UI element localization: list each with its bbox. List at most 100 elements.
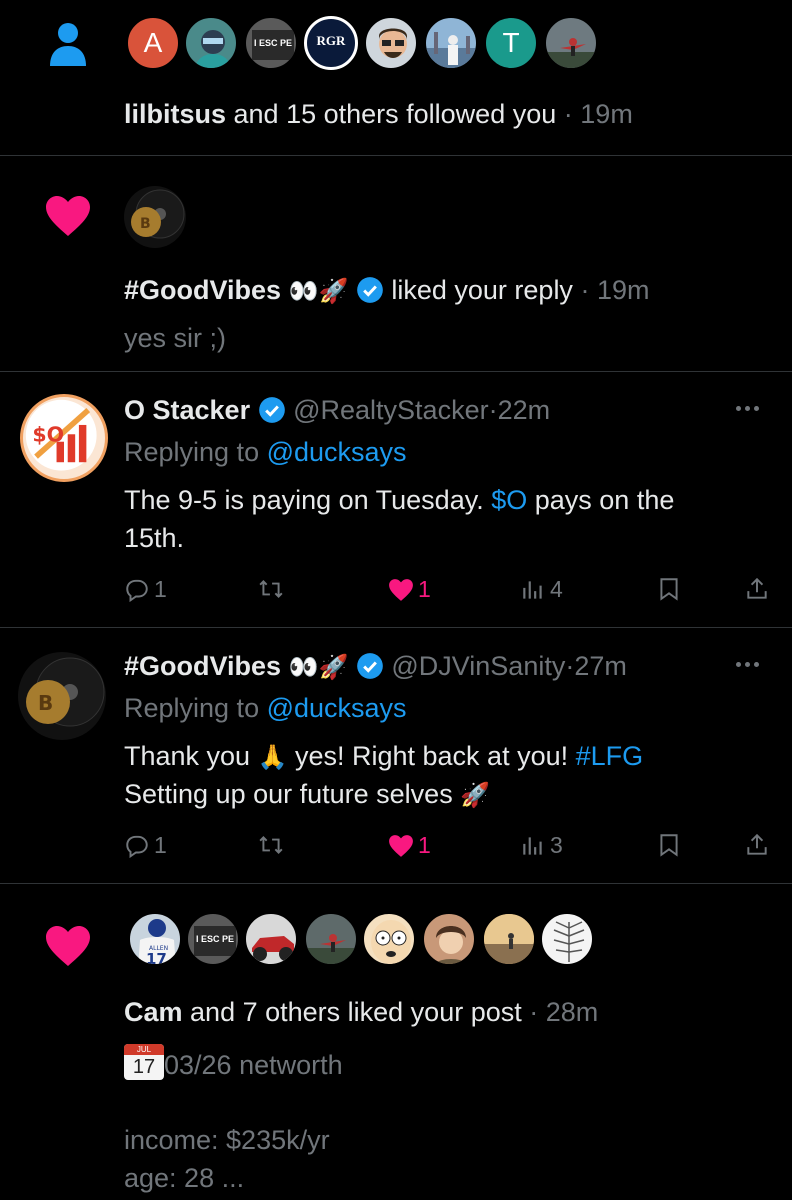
avatar[interactable] xyxy=(184,16,238,70)
bookmark-icon xyxy=(660,578,678,601)
bookmark-button[interactable] xyxy=(656,832,682,858)
avatar[interactable] xyxy=(364,16,418,70)
repost-icon xyxy=(259,580,283,598)
separator: · xyxy=(580,275,590,305)
post-text-part: yes! Right back at you! xyxy=(287,741,576,771)
author-name[interactable]: O Stacker xyxy=(124,395,250,425)
share-button[interactable] xyxy=(744,576,770,602)
more-options-icon[interactable] xyxy=(736,406,759,411)
liker-name[interactable]: Cam xyxy=(124,997,183,1027)
reply-post[interactable]: B #GoodVibes 👀🚀 @DJVinSanity·27m Replyin… xyxy=(0,628,792,883)
post-text-part: pays on the xyxy=(527,485,675,515)
reply-icon xyxy=(126,835,148,858)
avatar[interactable] xyxy=(244,912,298,966)
views-icon xyxy=(523,580,542,599)
ellipsis: ... xyxy=(221,1163,245,1193)
hashtag-link[interactable]: #LFG xyxy=(576,741,644,771)
replying-handle-link[interactable]: @ducksays xyxy=(267,437,407,467)
reply-button[interactable]: 1 xyxy=(124,576,167,603)
like-button[interactable]: 1 xyxy=(388,832,431,859)
repost-button[interactable] xyxy=(258,576,284,602)
replying-label: Replying to xyxy=(124,693,267,723)
view-count: 3 xyxy=(550,832,563,858)
timestamp: 19m xyxy=(580,99,633,129)
calendar-month: JUL xyxy=(124,1044,164,1055)
replying-label: Replying to xyxy=(124,437,267,467)
avatar[interactable] xyxy=(362,912,416,966)
repost-button[interactable] xyxy=(258,832,284,858)
replying-to: Replying to @ducksays xyxy=(124,434,407,470)
replying-handle-link[interactable]: @ducksays xyxy=(267,693,407,723)
heart-icon xyxy=(389,834,413,857)
view-count: 4 xyxy=(550,576,563,602)
views-button[interactable]: 4 xyxy=(520,576,563,603)
avatar-label: $O xyxy=(32,423,64,447)
like-post-notification[interactable]: ALLEN 17 I ESC PE Cam and 7 others liked … xyxy=(0,884,792,1200)
verified-badge-icon xyxy=(357,277,383,303)
avatar[interactable]: I ESC PE xyxy=(244,16,298,70)
reply-post[interactable]: $O O Stacker @RealtyStacker·22m Replying… xyxy=(0,372,792,627)
author-name[interactable]: #GoodVibes xyxy=(124,651,281,681)
post-text-part: Setting up our future selves xyxy=(124,779,461,809)
user-emoji: 👀🚀 xyxy=(288,277,349,305)
avatar[interactable] xyxy=(544,16,598,70)
avatar[interactable]: T xyxy=(484,16,538,70)
bookmark-icon xyxy=(660,834,678,857)
separator: · xyxy=(488,395,498,425)
avatar[interactable] xyxy=(422,912,476,966)
heart-icon xyxy=(46,196,90,236)
author-handle[interactable]: @RealtyStacker xyxy=(293,395,488,425)
escape-logo-text: I ESC PE xyxy=(252,30,294,60)
author-handle[interactable]: @DJVinSanity xyxy=(391,651,565,681)
avatar[interactable]: B xyxy=(124,186,186,248)
reply-count: 1 xyxy=(154,576,167,602)
post-text: The 9-5 is paying on Tuesday. $O pays on… xyxy=(124,482,674,518)
avatar[interactable] xyxy=(304,912,358,966)
avatar[interactable] xyxy=(482,912,536,966)
like-count: 1 xyxy=(418,576,431,602)
like-reply-notification[interactable]: B #GoodVibes 👀🚀 liked your reply · 19m y… xyxy=(0,156,792,371)
user-name[interactable]: #GoodVibes xyxy=(124,275,281,305)
heart-icon xyxy=(389,578,413,601)
post-text-part: Thank you xyxy=(124,741,258,771)
timestamp: 27m xyxy=(574,651,627,681)
avatar-letter: T xyxy=(502,27,520,58)
avatar[interactable]: I ESC PE xyxy=(186,912,240,966)
timestamp: 19m xyxy=(596,275,650,305)
calendar-day: 17 xyxy=(132,1056,156,1078)
views-button[interactable]: 3 xyxy=(520,832,563,859)
like-post-text: Cam and 7 others liked your post · 28m xyxy=(124,994,598,1030)
avatar[interactable] xyxy=(540,912,594,966)
reply-button[interactable]: 1 xyxy=(124,832,167,859)
escape-logo-text: I ESC PE xyxy=(194,926,236,956)
share-button[interactable] xyxy=(744,832,770,858)
post-text-part: The 9-5 is paying on Tuesday. xyxy=(124,485,492,515)
more-options-icon[interactable] xyxy=(736,662,759,667)
rocket-emoji: 🚀 xyxy=(460,781,491,809)
post-line: income: $235k/yr xyxy=(124,1125,330,1155)
follow-notification[interactable]: A I ESC PE RGR T lilbitsus and 15 others… xyxy=(0,0,792,155)
quoted-reply-text: yes sir ;) xyxy=(124,323,227,353)
like-action-text: liked your reply xyxy=(391,275,573,305)
replying-to: Replying to @ducksays xyxy=(124,690,407,726)
timestamp: 22m xyxy=(497,395,551,425)
avatar[interactable]: $O xyxy=(20,394,108,482)
rgr-logo-text: RGR xyxy=(316,33,346,48)
post-header: O Stacker @RealtyStacker·22m xyxy=(124,392,550,428)
bookmark-button[interactable] xyxy=(656,576,682,602)
pray-emoji: 🙏 xyxy=(257,743,288,771)
avatar[interactable]: ALLEN 17 xyxy=(128,912,182,966)
follower-name[interactable]: lilbitsus xyxy=(124,99,226,129)
follow-notification-text: lilbitsus and 15 others followed you · 1… xyxy=(124,96,633,132)
heart-icon xyxy=(46,926,90,966)
post-text-line2: 15th. xyxy=(124,523,185,553)
cashtag-link[interactable]: $O xyxy=(491,485,527,515)
like-button[interactable]: 1 xyxy=(388,576,431,603)
avatar[interactable]: RGR xyxy=(304,16,358,70)
avatar[interactable] xyxy=(424,16,478,70)
separator: · xyxy=(529,997,539,1027)
avatar[interactable]: A xyxy=(126,16,180,70)
avatar[interactable]: B xyxy=(18,652,106,740)
separator: · xyxy=(565,651,575,681)
liked-post-preview: JUL 17 03/26 networth xyxy=(124,1044,343,1083)
